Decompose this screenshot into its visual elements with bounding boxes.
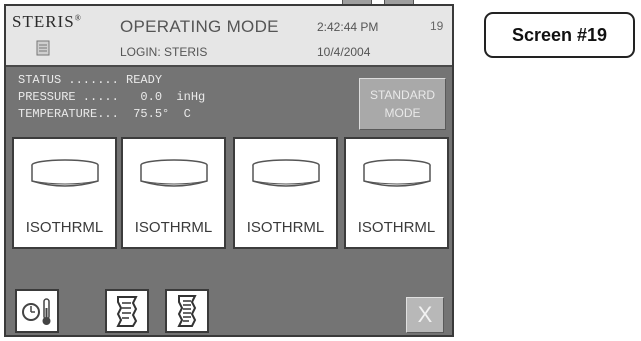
clock-time: 2:42:44 PM: [317, 20, 379, 34]
printout-icon: [116, 296, 138, 327]
tray-icon: [31, 159, 99, 187]
status-panel: STATUS ....... READY PRESSURE ..... 0.0 i…: [18, 72, 205, 123]
tray-icon: [140, 159, 208, 187]
temperature-line: TEMPERATURE... 75.5° C: [18, 107, 191, 121]
header-bar: STERIS® OPERATING MODE LOGIN: STERIS 2:4…: [6, 6, 452, 67]
cycle-button-3[interactable]: ISOTHRML: [233, 137, 338, 249]
cycle-button-2[interactable]: ISOTHRML: [121, 137, 226, 249]
clock-thermometer-icon: [22, 298, 51, 325]
sterilizer-logo-icon: [36, 40, 50, 56]
cycle-button-1[interactable]: ISOTHRML: [12, 137, 117, 249]
pressure-line: PRESSURE ..... 0.0 inHg: [18, 90, 206, 104]
cycle-label: ISOTHRML: [134, 219, 213, 236]
cycle-label: ISOTHRML: [246, 219, 325, 236]
brand-logo: STERIS®: [12, 12, 82, 31]
cycle-label: ISOTHRML: [357, 219, 436, 236]
operating-screen: STERIS® OPERATING MODE LOGIN: STERIS 2:4…: [4, 4, 454, 337]
cycle-label: ISOTHRML: [25, 219, 104, 236]
clock-date: 10/4/2004: [317, 45, 371, 59]
screen-callout: Screen #19: [484, 12, 635, 58]
status-line: STATUS ....... READY: [18, 73, 163, 87]
login-label: LOGIN: STERIS: [120, 45, 208, 59]
screen-number: 19: [430, 19, 444, 33]
page-title: OPERATING MODE: [120, 17, 279, 36]
tray-icon: [252, 159, 320, 187]
tray-icon: [363, 159, 431, 187]
log-report-button[interactable]: [165, 289, 209, 333]
printout-button[interactable]: [105, 289, 149, 333]
clock-thermometer-button[interactable]: [15, 289, 59, 333]
cycle-button-4[interactable]: ISOTHRML: [344, 137, 449, 249]
log-report-icon: [177, 295, 197, 327]
standard-mode-button[interactable]: STANDARD MODE: [359, 78, 446, 130]
close-button[interactable]: X: [406, 297, 444, 333]
